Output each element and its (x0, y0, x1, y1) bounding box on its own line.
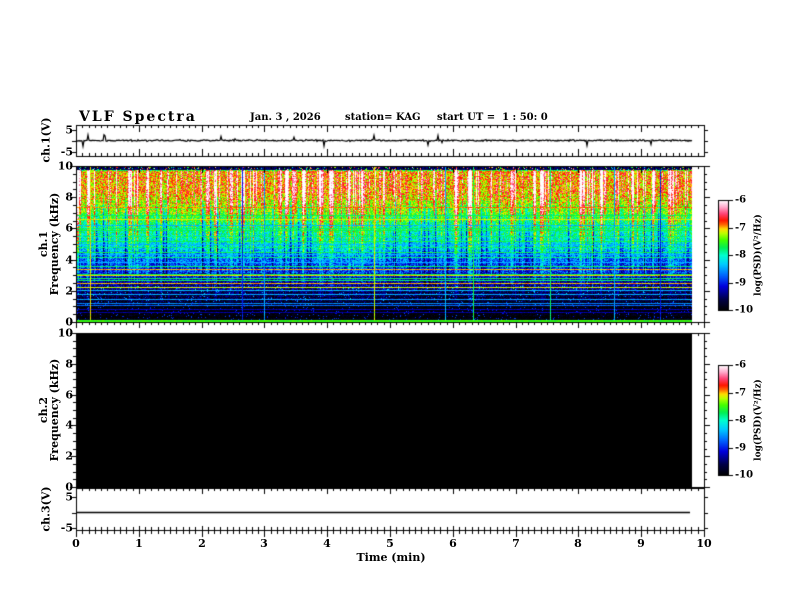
ch1-freq-tick-label: 10 (57, 159, 73, 173)
colorbar2-tick-label: -6 (735, 359, 747, 371)
colorbar1-axis-label: log(PSD)(V²/Hz) (753, 214, 764, 296)
ch3-volt-axis-label: ch.3(V) (39, 486, 53, 532)
ch1-volt-axis-label: ch.1(V) (39, 117, 53, 163)
time-tick-label: 7 (512, 537, 520, 550)
ch1-volt-tick-label: 5 (65, 123, 73, 137)
colorbar2-tick-label: -10 (735, 469, 754, 481)
ch1-freq-tick-label: 4 (65, 253, 73, 267)
ch1-freq-tick-label: 2 (65, 284, 73, 298)
colorbar1-tick-label: -8 (735, 249, 747, 261)
ch1-freq-axis-label-line2: Frequency (kHz) (48, 192, 61, 296)
ch3-volt-tick-label: -5 (60, 521, 73, 535)
time-tick-label: 10 (696, 537, 712, 550)
station-label: station= KAG (345, 112, 421, 123)
ch2-freq-axis-label: ch.2 Frequency (kHz) (37, 358, 61, 462)
ch2-freq-tick-label: 8 (65, 357, 73, 371)
colorbar1-tick-label: -7 (735, 222, 747, 234)
start-ut-label: start UT = 1 : 50: 0 (437, 112, 548, 123)
time-tick-label: 2 (198, 537, 206, 550)
ch1-volt-tick-label: -5 (60, 145, 73, 159)
time-tick-label: 0 (72, 537, 80, 550)
ch2-freq-axis-label-line2: Frequency (kHz) (48, 358, 61, 462)
ch2-freq-tick-label: 2 (65, 449, 73, 463)
ch1-freq-tick-label: 8 (65, 190, 73, 204)
time-tick-label: 1 (135, 537, 143, 550)
time-tick-label: 6 (449, 537, 457, 550)
colorbar1-tick-label: -10 (735, 304, 754, 316)
colorbar2-tick-label: -9 (735, 442, 747, 454)
colorbar2-tick-label: -7 (735, 387, 747, 399)
colorbar1-tick-label: -6 (735, 194, 747, 206)
time-tick-label: 3 (260, 537, 268, 550)
ch2-freq-tick-label: 4 (65, 418, 73, 432)
vlf-spectra-figure: VLF Spectra Jan. 3 , 2026 station= KAG s… (0, 0, 792, 612)
plot-canvas (0, 0, 792, 612)
colorbar1-tick-label: -9 (735, 277, 747, 289)
ch3-volt-tick-label: 5 (65, 490, 73, 504)
colorbar2-tick-label: -8 (735, 414, 747, 426)
time-tick-label: 8 (574, 537, 582, 550)
ch2-freq-tick-label: 10 (57, 326, 73, 340)
figure-title: VLF Spectra (79, 109, 197, 125)
ch2-freq-tick-label: 6 (65, 388, 73, 402)
time-tick-label: 9 (637, 537, 645, 550)
colorbar2-axis-label: log(PSD)(V²/Hz) (753, 379, 764, 461)
figure-date: Jan. 3 , 2026 (250, 112, 321, 123)
ch1-freq-tick-label: 6 (65, 221, 73, 235)
ch1-freq-axis-label: ch.1 Frequency (kHz) (37, 192, 61, 296)
time-tick-label: 5 (386, 537, 394, 550)
time-axis-label: Time (min) (356, 551, 426, 564)
time-tick-label: 4 (323, 537, 331, 550)
